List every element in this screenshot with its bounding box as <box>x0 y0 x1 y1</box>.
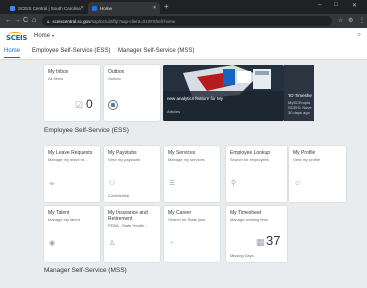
tile-title: My Insurance and Retirement <box>108 210 148 222</box>
tile-my-career[interactable]: My Career Search for State jobs ◔ <box>164 206 220 262</box>
news-tile-next[interactable]: 'IO Timeshe MySCEmplo SCEIS: Nove 30 day… <box>284 65 314 121</box>
tile-my-timesheet[interactable]: My Timesheet Manage working time ▦ 37 Mi… <box>226 206 287 262</box>
talent-icon: ◉ <box>49 240 56 247</box>
tile-my-talent[interactable]: My Talent Manage my talent ◉ <box>44 206 100 262</box>
tab-label: Home <box>100 5 113 11</box>
close-tab-icon[interactable]: × <box>81 5 84 11</box>
tile-my-services[interactable]: My Services Manage my services ☰ <box>164 146 220 202</box>
checkbox-icon: ☑ <box>75 100 84 110</box>
people-icon: ⚲ <box>231 180 237 187</box>
new-tab-button[interactable]: + <box>164 2 169 12</box>
timesheet-count: 37 <box>266 233 281 248</box>
paystub-icon: ⚇ <box>109 180 116 187</box>
tile-subtitle: Manage my leave re... <box>48 157 88 162</box>
lock-icon: 🔒︎ <box>47 18 50 24</box>
outbox-icon-inner <box>111 103 116 108</box>
tile-subtitle: Manage my services <box>168 157 205 162</box>
bookmark-star-icon[interactable]: ☆ <box>338 17 343 24</box>
leave-icon: ⌯ <box>49 180 55 187</box>
tile-my-inbox[interactable]: My Inbox All Items ☑ 0 <box>44 65 100 121</box>
url-host: sceiscentral.sc.gov <box>52 18 91 24</box>
news-description: Articles <box>167 109 181 114</box>
anchor-mss[interactable]: Manager Self-Service (MSS) <box>118 48 194 54</box>
back-icon[interactable]: ← <box>5 16 12 26</box>
section-title-mss: Manager Self-Service (MSS) <box>44 267 127 274</box>
tile-my-leave-requests[interactable]: My Leave Requests Manage my leave re... … <box>44 146 100 202</box>
tile-subtitle: PEBA - State Health ... <box>108 223 149 228</box>
news-headline: 'IO Timeshe <box>288 93 312 98</box>
news-image <box>163 65 284 121</box>
tile-my-profile[interactable]: My Profile View my profile ☺ <box>289 146 346 202</box>
tile-footer: Confidential <box>108 193 130 198</box>
tile-title: My Timesheet <box>230 210 262 216</box>
close-window-icon[interactable]: ✕ <box>352 2 357 9</box>
tab-favicon-icon <box>10 5 15 11</box>
minimize-icon[interactable]: – <box>318 2 321 8</box>
list-icon: ☰ <box>169 180 176 187</box>
close-tab-icon[interactable]: × <box>153 5 156 11</box>
tile-outbox[interactable]: Outbox Outbox <box>104 65 160 121</box>
tile-title: My Inbox <box>48 69 69 75</box>
logo-text: SCEIS <box>6 34 28 42</box>
calendar-icon: ▦ <box>256 237 265 247</box>
tile-title: My Services <box>168 150 196 156</box>
career-icon: ◔ <box>169 240 174 247</box>
section-title-ess: Employee Self-Service (ESS) <box>44 127 129 134</box>
tile-subtitle: View my paystubs <box>108 157 141 162</box>
tile-subtitle: Manage my talent <box>48 217 80 222</box>
chevron-down-icon: ▾ <box>52 33 55 38</box>
tile-title: My Leave Requests <box>48 150 93 156</box>
tile-footer: Missing Days <box>230 253 254 258</box>
anchor-home[interactable]: Home <box>4 48 21 58</box>
extension-icon[interactable]: ⚙ <box>348 17 353 24</box>
tile-subtitle: Search for State jobs <box>168 217 206 222</box>
tile-title: My Career <box>168 210 192 216</box>
maximize-icon[interactable]: □ <box>334 2 338 8</box>
forward-icon[interactable]: → <box>14 16 21 26</box>
sceis-logo[interactable]: SCEIS <box>6 32 28 44</box>
person-icon: ☺ <box>294 180 302 187</box>
tile-subtitle: Outbox <box>108 76 121 81</box>
browser-menu-icon[interactable]: ⋮ <box>359 17 365 24</box>
address-bar[interactable]: 🔒︎ sceiscentral.sc.gov /sap/bc/ui2/flp?s… <box>42 16 332 26</box>
tile-title: My Paystubs <box>108 150 137 156</box>
tile-title: My Talent <box>48 210 70 216</box>
home-menu-button[interactable]: Home ▾ <box>34 33 54 39</box>
tile-subtitle: Search for employees <box>230 157 269 162</box>
tile-subtitle: All Items <box>48 76 64 81</box>
url-path: /sap/bc/ui2/flp?sap-client=010#Shell-hom… <box>90 18 176 24</box>
browser-toolbar: ← → C ⌂ 🔒︎ sceiscentral.sc.gov /sap/bc/u… <box>0 14 367 28</box>
tile-subtitle: Manage working time <box>230 217 269 222</box>
browser-tab-home[interactable]: Home × <box>88 2 160 14</box>
news-tile[interactable]: new analytics feature for My Articles <box>163 65 284 121</box>
home-icon[interactable]: ⌂ <box>32 16 36 26</box>
tile-title: Employee Lookup <box>230 150 271 156</box>
tab-favicon-icon <box>92 5 97 11</box>
shell-bar: SCEIS Home ▾ ⌕ <box>0 28 367 46</box>
anchor-bar: Home Employee Self-Service (ESS) Manager… <box>0 46 367 60</box>
tile-subtitle: View my profile <box>293 157 321 162</box>
tile-my-insurance-retirement[interactable]: My Insurance and Retirement PEBA - State… <box>104 206 160 262</box>
tile-title: My Profile <box>293 150 316 156</box>
browser-tab-bar: SCEIS Central | South Carolina × Home × … <box>0 0 367 14</box>
news-headline: new analytics feature for My <box>167 96 224 101</box>
tile-my-paystubs[interactable]: My Paystubs View my paystubs ⚇ Confident… <box>104 146 160 202</box>
tab-label: SCEIS Central | South Carolina <box>18 5 81 11</box>
news-line: 30 days ago <box>288 110 310 115</box>
tile-employee-lookup[interactable]: Employee Lookup Search for employees ⚲ <box>226 146 287 202</box>
anchor-ess[interactable]: Employee Self-Service (ESS) <box>32 48 110 54</box>
inbox-count: 0 <box>86 97 93 111</box>
home-menu-label: Home <box>34 33 51 39</box>
insurance-icon: ♙ <box>109 240 116 247</box>
reload-icon[interactable]: C <box>23 16 28 26</box>
browser-tab-sceis[interactable]: SCEIS Central | South Carolina × <box>6 2 84 14</box>
search-icon[interactable]: ⌕ <box>358 32 361 39</box>
tile-title: Outbox <box>108 69 125 75</box>
